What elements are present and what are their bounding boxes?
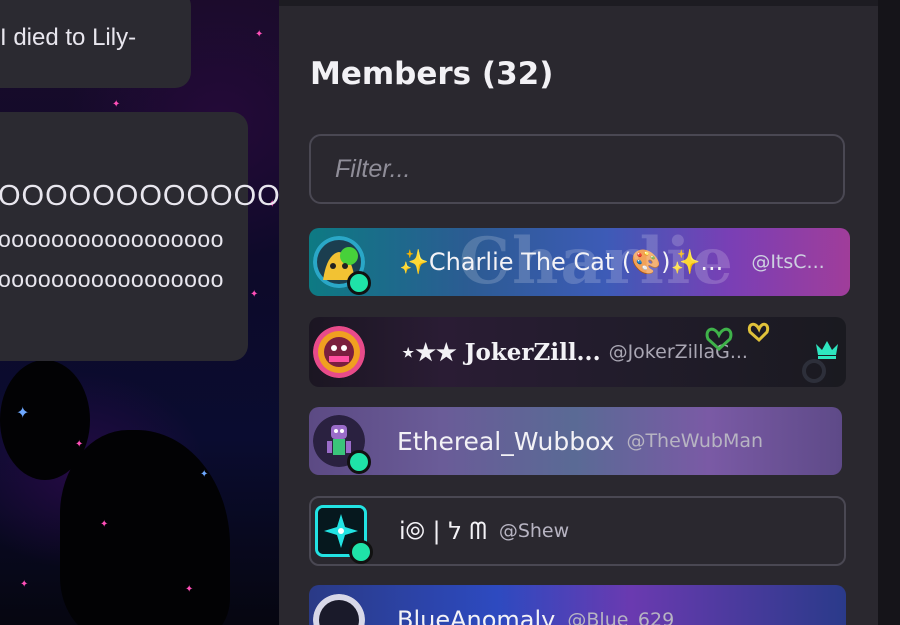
member-handle: @TheWubMan <box>626 430 764 452</box>
star-decoration: ✦ <box>250 289 259 300</box>
chat-message: OOOOOOOOOOOO ooooooooooooooooo ooooooooo… <box>0 112 279 361</box>
status-online-dot <box>349 540 373 564</box>
star-decoration: ✦ <box>16 403 30 422</box>
avatar <box>311 592 367 625</box>
member-item[interactable]: ⋆★★ JokerZill... @JokerZillaG... <box>309 317 846 387</box>
avatar <box>313 503 373 564</box>
star-decoration: ✦ <box>100 519 109 530</box>
background-silhouette <box>60 430 230 625</box>
member-name: ⋆★★ JokerZill... <box>401 338 601 366</box>
status-online-dot <box>347 450 371 474</box>
star-decoration: ✦ <box>112 99 121 110</box>
avatar-image <box>313 594 365 625</box>
star-decoration: ✦ <box>255 29 264 40</box>
chat-message-text: OOOOOOOOOOOO <box>0 180 279 212</box>
chat-message-text: I died to Lily- <box>0 24 137 51</box>
chat-message-text: ooooooooooooooooo <box>0 266 224 292</box>
chat-message: I died to Lily- <box>0 0 191 88</box>
members-title: Members (32) <box>310 56 554 92</box>
member-name: BlueAnomaly <box>397 606 556 625</box>
chat-message-text: ooooooooooooooooo <box>0 226 224 252</box>
panel-top-border <box>279 0 878 6</box>
member-banner-text: Charlie <box>459 228 735 296</box>
member-handle: @Blue_629 <box>567 609 675 625</box>
member-name: Ethereal_Wubbox <box>397 426 615 456</box>
crown-icon <box>816 341 838 359</box>
member-item[interactable]: i⦾ | ל ᗰ @Shew <box>309 496 846 566</box>
star-decoration: ✦ <box>185 584 194 595</box>
member-item[interactable]: Ethereal_Wubbox @TheWubMan <box>309 407 842 475</box>
member-name: i⦾ | ל ᗰ <box>399 517 487 545</box>
avatar <box>311 324 367 380</box>
member-handle: @ItsC... <box>751 251 825 273</box>
star-decoration: ✦ <box>75 439 84 450</box>
avatar-image <box>313 326 365 378</box>
members-panel: Members (32) Charlie ✨Charlie <box>279 0 878 625</box>
star-decoration: ✦ <box>200 469 209 480</box>
avatar <box>311 234 371 295</box>
scrollbar-track[interactable] <box>878 0 900 625</box>
app-root: ✦ ✦ ✦ ✦ ✦ ✦ ✦ ✦ ✦ ✦ I died to Lily- OOOO… <box>0 0 900 625</box>
chat-area: ✦ ✦ ✦ ✦ ✦ ✦ ✦ ✦ ✦ ✦ I died to Lily- OOOO… <box>0 0 279 625</box>
avatar <box>311 413 371 474</box>
member-item[interactable]: Charlie ✨Charlie The Cat (🎨)✨... @ItsC..… <box>309 228 850 296</box>
filter-input[interactable] <box>309 134 845 204</box>
background-silhouette <box>0 360 90 480</box>
member-handle: @Shew <box>498 520 570 542</box>
status-online-dot <box>347 271 371 295</box>
star-decoration: ✦ <box>20 579 29 590</box>
member-item[interactable]: BlueAnomaly @Blue_629 <box>309 585 846 625</box>
